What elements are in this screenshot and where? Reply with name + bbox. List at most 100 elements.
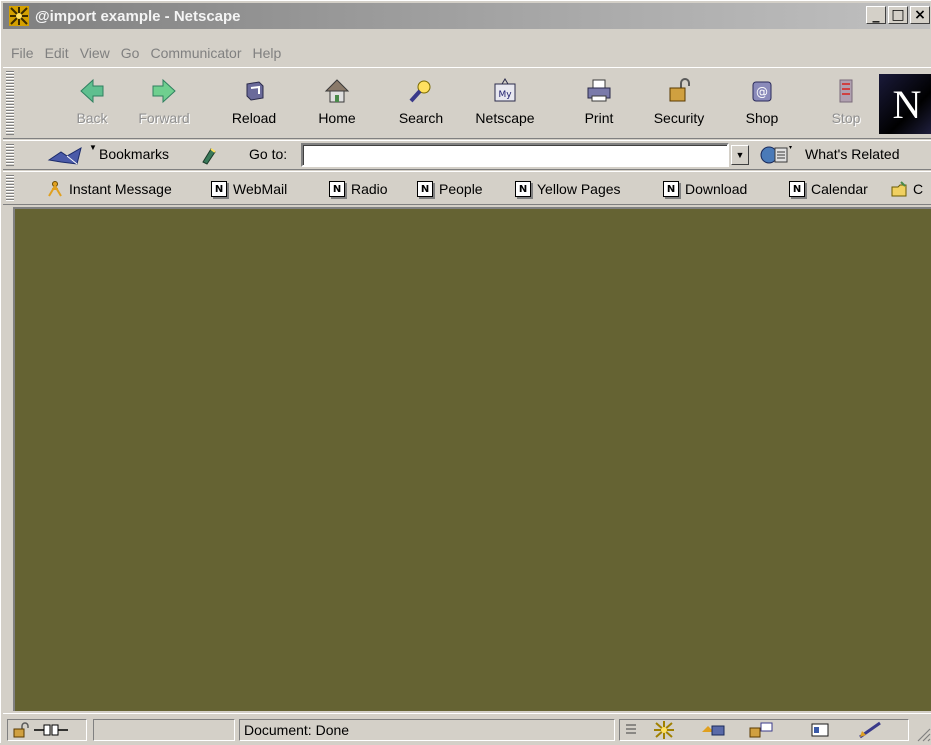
svg-text:My: My: [498, 90, 512, 100]
back-button[interactable]: Back: [59, 76, 125, 134]
location-input[interactable]: [301, 143, 729, 167]
minimize-button[interactable]: _: [866, 6, 886, 24]
connection-plug-icon: [34, 724, 68, 736]
bookmarks-label[interactable]: Bookmarks: [99, 146, 169, 162]
close-button[interactable]: ×: [910, 6, 930, 24]
download-link[interactable]: N Download: [663, 179, 747, 199]
stop-icon: [839, 79, 853, 103]
webmail-label: WebMail: [233, 181, 288, 197]
bookmarks-dropdown-icon: ▼: [89, 143, 97, 152]
search-icon: [409, 80, 431, 103]
netscape-bookmark-icon: N: [663, 181, 679, 197]
maximize-button[interactable]: □: [888, 6, 908, 24]
reload-button[interactable]: Reload: [221, 76, 287, 134]
folder-icon: [891, 181, 907, 197]
calendar-link[interactable]: N Calendar: [789, 179, 868, 199]
netscape-bookmark-icon: N: [329, 181, 345, 197]
title-bar[interactable]: @import example - Netscape _ □ ×: [3, 3, 930, 29]
svg-text:@: @: [756, 85, 768, 99]
menu-help[interactable]: Help: [253, 45, 282, 61]
navigator-icon[interactable]: [654, 721, 674, 739]
stop-button[interactable]: Stop: [813, 76, 879, 134]
maximize-icon: □: [891, 7, 905, 23]
whats-related-icon[interactable]: [759, 144, 793, 166]
goto-label: Go to:: [249, 146, 288, 162]
personal-toolbar: Instant Message N WebMail N Radio N Peop…: [3, 171, 931, 205]
toolbar-grip[interactable]: [6, 144, 14, 166]
security-lock-icon: [669, 78, 690, 102]
channels-label: C: [913, 181, 924, 197]
menu-file[interactable]: File: [11, 45, 34, 61]
home-icon: [324, 79, 350, 103]
address-book-icon[interactable]: [810, 722, 830, 738]
netscape-logo-letter: N: [892, 81, 922, 127]
page-content-area[interactable]: [13, 207, 931, 711]
shop-label: Shop: [745, 110, 779, 126]
reload-icon: [246, 81, 264, 101]
calendar-label: Calendar: [811, 181, 868, 197]
netscape-logo[interactable]: N: [879, 74, 931, 134]
bookmarks-icon[interactable]: [47, 146, 83, 166]
radio-link[interactable]: N Radio: [329, 179, 388, 199]
home-label: Home: [318, 110, 356, 126]
location-toolbar: ▼ Bookmarks Go to: ▼ What's Related: [3, 140, 931, 170]
forward-arrow-icon: [152, 78, 176, 104]
instant-message-label: Instant Message: [69, 181, 172, 197]
status-security-cell: [7, 719, 87, 741]
back-arrow-icon: [80, 78, 104, 104]
mail-icon[interactable]: [700, 722, 726, 738]
menu-go[interactable]: Go: [121, 45, 140, 61]
forward-label: Forward: [138, 110, 190, 126]
people-link[interactable]: N People: [417, 179, 483, 199]
resize-grip-icon[interactable]: [913, 724, 931, 742]
security-label: Security: [653, 110, 705, 126]
stop-label: Stop: [831, 110, 861, 126]
forward-button[interactable]: Forward: [131, 76, 197, 134]
toolbar-grip[interactable]: [6, 71, 14, 135]
instant-messenger-icon[interactable]: [748, 722, 774, 738]
search-button[interactable]: Search: [388, 76, 454, 134]
back-label: Back: [76, 110, 108, 126]
status-text: Document: Done: [239, 719, 615, 741]
minimize-icon: _: [872, 7, 880, 23]
component-bar-grip-icon[interactable]: [624, 722, 638, 738]
netscape-bookmark-icon: N: [515, 181, 531, 197]
menu-bar: File Edit View Go Communicator Help: [3, 41, 284, 65]
component-bar: [619, 719, 909, 741]
print-label: Print: [584, 110, 614, 126]
print-button[interactable]: Print: [566, 76, 632, 134]
shop-button[interactable]: @ Shop: [729, 76, 795, 134]
chevron-down-icon: ▼: [735, 150, 745, 160]
close-icon: ×: [914, 7, 926, 23]
composer-icon[interactable]: [858, 721, 884, 739]
shop-icon: @: [752, 81, 772, 102]
reload-label: Reload: [231, 110, 277, 126]
progress-meter: [93, 719, 235, 741]
my-netscape-label: Netscape: [475, 110, 535, 126]
home-button[interactable]: Home: [304, 76, 370, 134]
menu-edit[interactable]: Edit: [45, 45, 69, 61]
menu-view[interactable]: View: [80, 45, 110, 61]
instant-message-icon: [48, 181, 62, 197]
window-title: @import example - Netscape: [35, 7, 241, 25]
yellow-pages-link[interactable]: N Yellow Pages: [515, 179, 621, 199]
channels-folder[interactable]: C: [891, 179, 923, 199]
security-button[interactable]: Security: [646, 76, 712, 134]
instant-message-button[interactable]: Instant Message: [47, 179, 172, 199]
webmail-link[interactable]: N WebMail: [211, 179, 287, 199]
search-label: Search: [398, 110, 444, 126]
netscape-bookmark-icon: N: [417, 181, 433, 197]
page-proxy-icon[interactable]: [199, 146, 219, 166]
browser-window: @import example - Netscape _ □ × File Ed…: [0, 0, 931, 745]
security-lock-icon[interactable]: [12, 722, 30, 738]
netscape-app-icon: [9, 6, 29, 26]
location-dropdown-button[interactable]: ▼: [731, 145, 749, 165]
radio-label: Radio: [351, 181, 388, 197]
toolbar-grip[interactable]: [6, 175, 14, 201]
whats-related-label[interactable]: What's Related: [805, 146, 900, 162]
netscape-bookmark-icon: N: [211, 181, 227, 197]
my-netscape-icon: My: [494, 78, 516, 102]
navigation-toolbar: Back Forward Reload Home Search My Netsc…: [3, 67, 931, 139]
menu-communicator[interactable]: Communicator: [150, 45, 241, 61]
my-netscape-button[interactable]: My Netscape: [472, 76, 538, 134]
